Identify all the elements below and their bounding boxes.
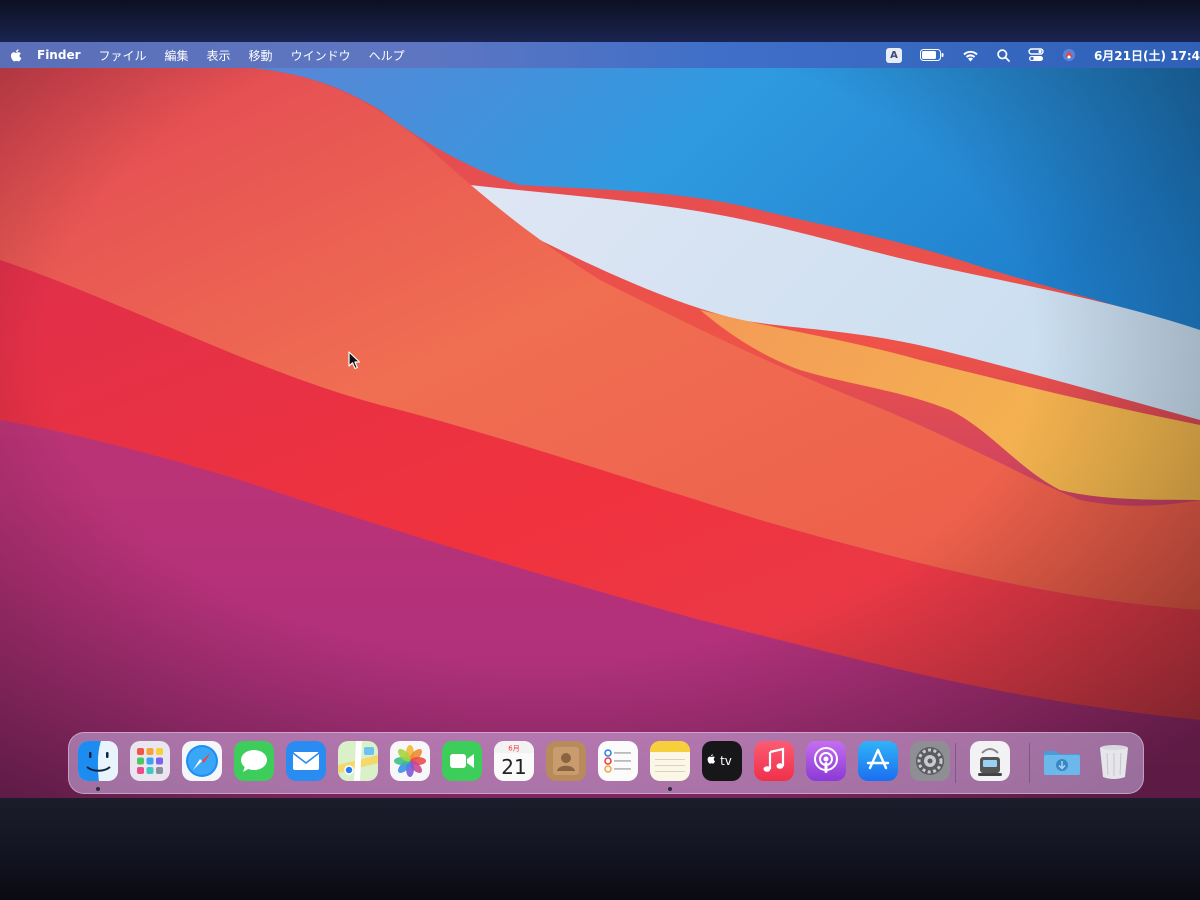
finder-running-indicator bbox=[96, 787, 100, 791]
migration-assistant-icon bbox=[970, 741, 1010, 781]
dock-reminders[interactable] bbox=[598, 741, 638, 781]
tv-icon: tv bbox=[702, 741, 742, 781]
notification-app-icon[interactable] bbox=[1062, 42, 1076, 68]
apple-menu-icon[interactable] bbox=[8, 47, 24, 63]
desktop-screen: Finder ファイル 編集 表示 移動 ウインドウ ヘルプ A 6月21日(土… bbox=[0, 0, 1200, 900]
control-center-icon[interactable] bbox=[1028, 42, 1044, 68]
trash-icon bbox=[1100, 745, 1128, 779]
notes-running-indicator bbox=[668, 787, 672, 791]
dock-system-preferences[interactable] bbox=[910, 741, 950, 781]
dock-contacts[interactable] bbox=[546, 741, 586, 781]
dock-photos[interactable] bbox=[390, 741, 430, 781]
messages-icon bbox=[234, 741, 274, 781]
dock-separator bbox=[955, 743, 956, 783]
clock-text: 6月21日(土) 17:4 bbox=[1093, 48, 1200, 63]
calendar-month-label: 6月 bbox=[508, 745, 519, 753]
wifi-icon[interactable] bbox=[962, 42, 979, 68]
dock-finder[interactable] bbox=[78, 741, 118, 781]
launchpad-icon bbox=[130, 741, 170, 781]
dock-calendar[interactable]: 6月 21 bbox=[494, 741, 534, 781]
menu-edit[interactable]: 編集 bbox=[156, 47, 198, 64]
menu-help[interactable]: ヘルプ bbox=[360, 47, 414, 64]
dock-music[interactable] bbox=[754, 741, 794, 781]
calendar-icon: 6月 21 bbox=[494, 741, 534, 781]
safari-icon bbox=[182, 741, 222, 781]
dock-mail[interactable] bbox=[286, 741, 326, 781]
input-source-icon: A bbox=[885, 47, 902, 63]
mouse-pointer-icon bbox=[348, 351, 362, 375]
calendar-day-label: 21 bbox=[501, 755, 526, 779]
dock-migration-assistant[interactable] bbox=[970, 741, 1010, 781]
dock: 6月 21 tv bbox=[68, 732, 1144, 794]
dock-tv[interactable]: tv bbox=[702, 741, 742, 781]
photos-icon bbox=[390, 741, 430, 781]
contacts-icon bbox=[546, 741, 586, 781]
dock-maps[interactable] bbox=[338, 741, 378, 781]
mail-icon bbox=[286, 741, 326, 781]
facetime-icon bbox=[442, 741, 482, 781]
dock-separator bbox=[1029, 743, 1030, 783]
menu-bar-status-area: A 6月21日(土) 17:4 bbox=[877, 42, 1200, 68]
tv-label: tv bbox=[720, 754, 732, 768]
downloads-folder-icon bbox=[1044, 751, 1080, 775]
dock-trash[interactable] bbox=[1094, 741, 1134, 781]
menu-bar: Finder ファイル 編集 表示 移動 ウインドウ ヘルプ A 6月21日(土… bbox=[0, 42, 1200, 68]
menu-file[interactable]: ファイル bbox=[90, 47, 156, 64]
notes-icon bbox=[650, 741, 690, 781]
app-store-icon bbox=[858, 741, 898, 781]
menu-view[interactable]: 表示 bbox=[198, 47, 240, 64]
maps-icon bbox=[338, 741, 378, 781]
finder-icon bbox=[78, 741, 118, 781]
podcasts-icon bbox=[806, 741, 846, 781]
reminders-icon bbox=[598, 741, 638, 781]
menu-app-name[interactable]: Finder bbox=[28, 48, 90, 62]
dock-notes[interactable] bbox=[650, 741, 690, 781]
input-source-menu[interactable]: A bbox=[885, 42, 902, 68]
music-icon bbox=[754, 741, 794, 781]
dock-podcasts[interactable] bbox=[806, 741, 846, 781]
dock-app-store[interactable] bbox=[858, 741, 898, 781]
spotlight-search-icon[interactable] bbox=[997, 42, 1010, 68]
dock-facetime[interactable] bbox=[442, 741, 482, 781]
dock-downloads-folder[interactable] bbox=[1042, 741, 1082, 781]
menu-go[interactable]: 移動 bbox=[240, 47, 282, 64]
dock-launchpad[interactable] bbox=[130, 741, 170, 781]
screen-bottom-bezel bbox=[0, 798, 1200, 900]
battery-icon[interactable] bbox=[919, 42, 944, 68]
menu-bar-clock[interactable]: 6月21日(土) 17:4 bbox=[1094, 42, 1200, 68]
menu-window[interactable]: ウインドウ bbox=[282, 47, 360, 64]
dock-safari[interactable] bbox=[182, 741, 222, 781]
system-preferences-icon bbox=[910, 741, 950, 781]
dock-messages[interactable] bbox=[234, 741, 274, 781]
